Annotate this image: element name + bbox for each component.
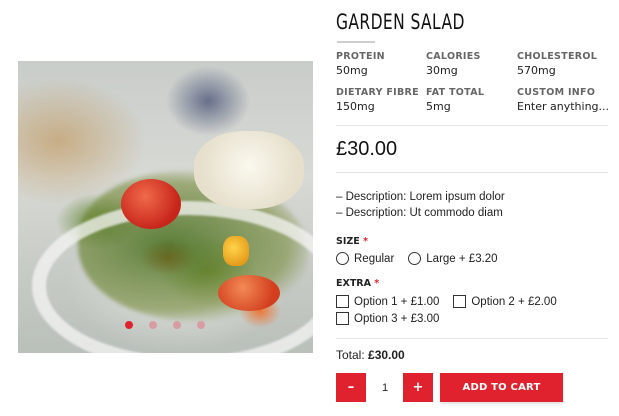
nutrition-calories: CALORIES 30mg: [426, 51, 521, 77]
checkbox[interactable]: [336, 312, 349, 325]
product-description: – Description: Lorem ipsum dolor – Descr…: [336, 189, 505, 221]
checkbox[interactable]: [336, 295, 349, 308]
required-mark: *: [374, 278, 380, 289]
nutrition-value: 30mg: [426, 64, 458, 77]
size-label: SIZE *: [336, 236, 368, 247]
size-option-label: Large + £3.20: [426, 252, 498, 265]
carousel-dot-3[interactable]: [173, 321, 181, 329]
nutrition-value: 150mg: [336, 100, 375, 113]
total-label: Total:: [336, 348, 365, 362]
quantity-decrease-button[interactable]: –: [336, 373, 366, 402]
size-options: Regular Large + £3.20: [336, 252, 512, 265]
carousel-dot-2[interactable]: [149, 321, 157, 329]
divider: [336, 125, 608, 126]
carousel-dots: [125, 321, 205, 329]
nutrition-value: Enter anything...: [517, 100, 610, 113]
order-total: Total: £30.00: [336, 348, 405, 362]
nutrition-value: 5mg: [426, 100, 451, 113]
extra-label: EXTRA *: [336, 278, 379, 289]
carousel-dot-1[interactable]: [125, 321, 133, 329]
tomato: [121, 179, 181, 229]
total-value: £30.00: [368, 348, 405, 362]
nutrition-label: CHOLESTEROL: [517, 51, 598, 62]
extra-label-text: EXTRA: [336, 278, 371, 289]
size-option-regular[interactable]: Regular: [336, 252, 394, 265]
size-option-label: Regular: [354, 252, 395, 265]
nutrition-label: PROTEIN: [336, 51, 385, 62]
extra-option-label: Option 3 + £3.00: [354, 312, 440, 325]
salad-bowl: [32, 201, 313, 353]
checkbox[interactable]: [453, 295, 467, 308]
nutrition-protein: PROTEIN 50mg: [336, 51, 431, 77]
nutrition-fat-total: FAT TOTAL 5mg: [426, 87, 521, 113]
nutrition-custom-info: CUSTOM INFO Enter anything...: [517, 87, 612, 113]
extra-option-2[interactable]: Option 2 + £2.00: [453, 295, 557, 308]
tomato: [218, 275, 280, 311]
description-line: – Description: Ut commodo diam: [336, 207, 503, 219]
add-to-cart-button[interactable]: ADD TO CART: [440, 373, 563, 402]
quantity-increase-button[interactable]: +: [403, 373, 433, 402]
nutrition-cholesterol: CHOLESTEROL 570mg: [517, 51, 612, 77]
size-label-text: SIZE: [336, 236, 360, 247]
extra-options-row-1: Option 1 + £1.00 Option 2 + £2.00: [336, 295, 571, 308]
nutrition-value: 50mg: [336, 64, 368, 77]
extra-option-label: Option 1 + £1.00: [354, 295, 440, 308]
divider: [336, 338, 608, 339]
nutrition-label: DIETARY FIBRE: [336, 87, 419, 98]
extra-option-label: Option 2 + £2.00: [471, 295, 557, 308]
required-mark: *: [363, 236, 369, 247]
size-option-large[interactable]: Large + £3.20: [408, 252, 498, 265]
quantity-input[interactable]: 1: [372, 373, 398, 402]
extra-option-3[interactable]: Option 3 + £3.00: [336, 312, 439, 325]
title-underline: [337, 41, 375, 43]
extra-option-1[interactable]: Option 1 + £1.00: [336, 295, 439, 308]
cheese-piece: [194, 131, 304, 209]
nutrition-label: CUSTOM INFO: [517, 87, 596, 98]
radio-button[interactable]: [336, 252, 349, 265]
radio-button[interactable]: [408, 252, 422, 265]
nutrition-label: CALORIES: [426, 51, 481, 62]
extra-options-row-2: Option 3 + £3.00: [336, 312, 453, 325]
product-image: [18, 61, 313, 353]
description-line: – Description: Lorem ipsum dolor: [336, 191, 505, 203]
nutrition-value: 570mg: [517, 64, 556, 77]
divider: [336, 172, 608, 173]
carousel-dot-4[interactable]: [197, 321, 205, 329]
yellow-pepper: [223, 236, 249, 266]
product-price: £30.00: [336, 138, 398, 160]
nutrition-label: FAT TOTAL: [426, 87, 485, 98]
product-title: GARDEN SALAD: [336, 10, 465, 34]
nutrition-dietary-fibre: DIETARY FIBRE 150mg: [336, 87, 431, 113]
